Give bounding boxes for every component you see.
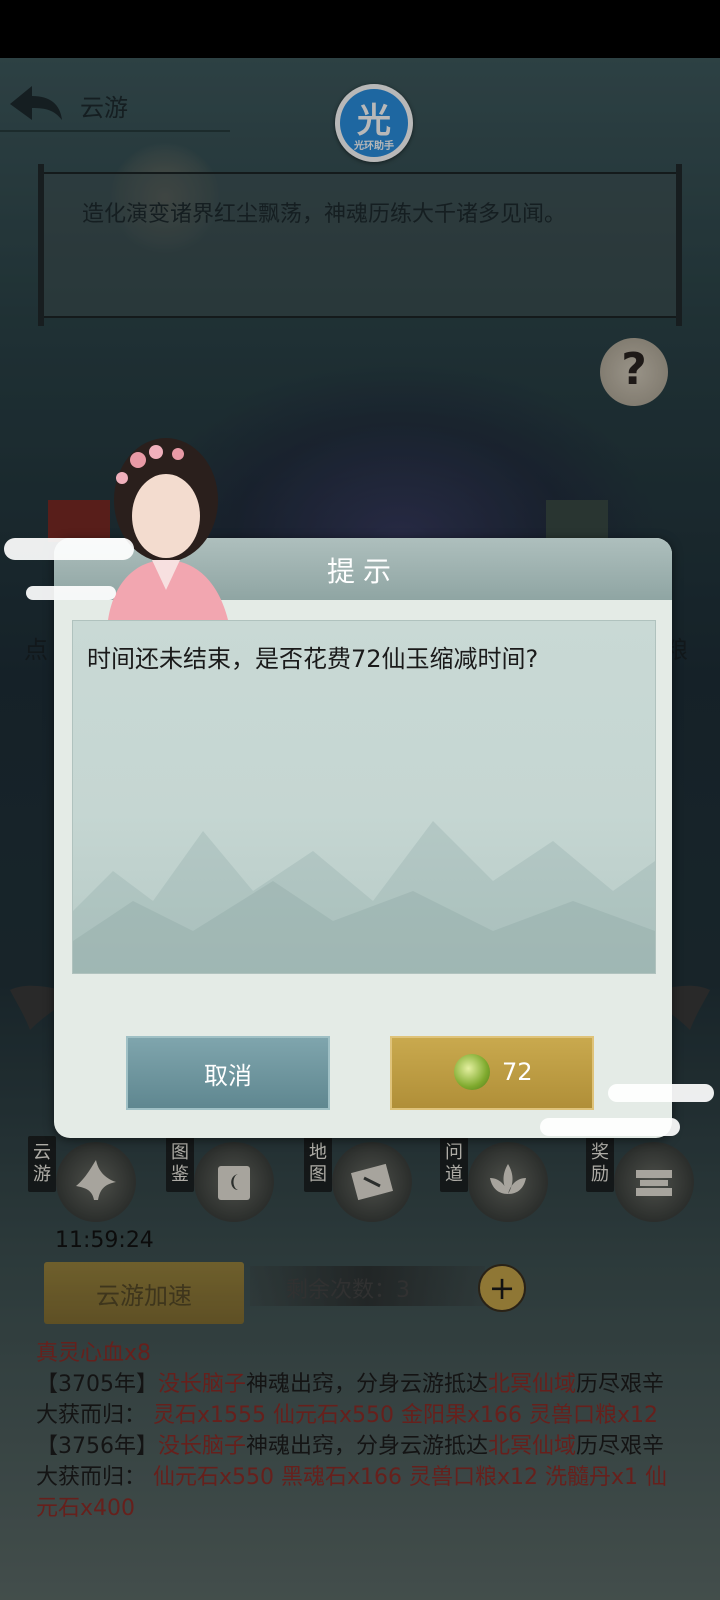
- mountains-decoration: [73, 821, 655, 973]
- cloud-decoration: [4, 538, 134, 560]
- confirm-amount: 72: [502, 1058, 533, 1086]
- confirm-dialog: 提示 时间还未结束，是否花费72仙玉缩减时间? 取消 72: [54, 538, 672, 1138]
- cancel-button[interactable]: 取消: [126, 1036, 330, 1110]
- cloud-decoration: [26, 586, 116, 600]
- dialog-message-panel: 时间还未结束，是否花费72仙玉缩减时间?: [72, 620, 656, 974]
- dialog-message: 时间还未结束，是否花费72仙玉缩减时间?: [87, 645, 539, 673]
- jade-currency-icon: [454, 1054, 490, 1090]
- cloud-decoration: [540, 1118, 680, 1136]
- confirm-spend-button[interactable]: 72: [390, 1036, 594, 1110]
- cloud-decoration: [608, 1084, 714, 1102]
- cancel-label: 取消: [204, 1062, 252, 1090]
